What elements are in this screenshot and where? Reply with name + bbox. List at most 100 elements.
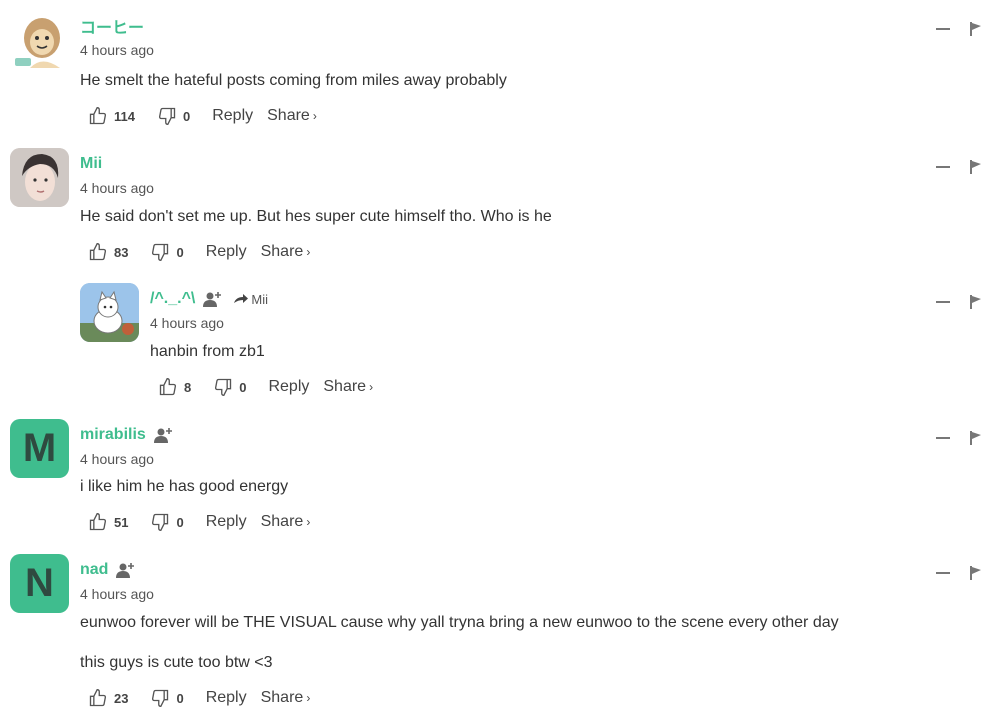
thumbs-up-icon (159, 377, 177, 396)
share-label: Share (260, 513, 304, 530)
author-row: mirabilis (80, 425, 174, 445)
comment-text: He said don't set me up. But hes super c… (80, 208, 552, 225)
dislike-count: 0 (176, 690, 184, 706)
avatar[interactable] (80, 283, 139, 342)
comment-controls (936, 22, 982, 36)
comment-controls (936, 295, 982, 309)
comment-controls (936, 160, 982, 174)
author-row: Mii (80, 154, 102, 174)
dislike-count: 0 (176, 514, 184, 530)
author-name[interactable]: mirabilis (80, 426, 146, 444)
dislike-button[interactable]: 0 (150, 512, 184, 532)
reply-arrow-icon (234, 294, 249, 303)
flag-icon[interactable] (970, 295, 982, 309)
share-button[interactable]: Share › (261, 243, 311, 261)
reply-to-name: Mii (251, 291, 268, 307)
dislike-button[interactable]: 0 (150, 688, 184, 708)
author-name[interactable]: /^._.^\ (150, 290, 195, 308)
comment-actions: 8 0 Reply Share › (158, 377, 373, 397)
dislike-count: 0 (176, 244, 184, 260)
author-row: /^._.^\ Mii (150, 289, 268, 309)
chevron-right-icon: › (306, 245, 311, 259)
comment-text: i like him he has good energy (80, 478, 289, 495)
dislike-count: 0 (239, 379, 247, 395)
author-name[interactable]: Mii (80, 155, 102, 173)
timestamp[interactable]: 4 hours ago (150, 315, 224, 331)
author-row: コーヒー (80, 14, 144, 38)
like-count: 83 (114, 244, 129, 260)
comment-controls (936, 431, 982, 445)
avatar[interactable]: M (10, 419, 69, 478)
share-button[interactable]: Share › (261, 513, 311, 531)
comment-text: eunwoo forever will be THE VISUAL cause … (80, 614, 839, 631)
follow-user-icon[interactable] (116, 561, 136, 579)
minimize-icon[interactable] (936, 301, 950, 303)
share-label: Share (267, 107, 310, 124)
comment-actions: 114 0 Reply Share › (88, 106, 317, 126)
share-label: Share (323, 378, 367, 395)
share-button[interactable]: Share › (261, 689, 311, 707)
like-count: 114 (114, 108, 135, 124)
minimize-icon[interactable] (936, 437, 950, 439)
reply-to[interactable]: Mii (233, 292, 268, 307)
dislike-count: 0 (182, 108, 191, 124)
like-button[interactable]: 8 (158, 377, 191, 397)
like-count: 8 (184, 379, 192, 395)
timestamp[interactable]: 4 hours ago (80, 180, 154, 196)
minimize-icon[interactable] (936, 572, 950, 574)
thumbs-up-icon (89, 512, 107, 531)
share-button[interactable]: Share › (323, 378, 373, 396)
comment-controls (936, 566, 982, 580)
chevron-right-icon: › (312, 109, 317, 123)
chevron-right-icon: › (369, 380, 374, 394)
flag-icon[interactable] (970, 566, 982, 580)
comment-text: hanbin from zb1 (150, 343, 265, 360)
minimize-icon[interactable] (936, 166, 950, 168)
thumbs-up-icon (89, 242, 107, 261)
avatar[interactable]: N (10, 554, 69, 613)
comment-actions: 51 0 Reply Share › (88, 512, 310, 532)
like-button[interactable]: 51 (88, 512, 128, 532)
timestamp[interactable]: 4 hours ago (80, 42, 154, 58)
like-count: 51 (114, 514, 129, 530)
chevron-right-icon: › (306, 691, 311, 705)
avatar[interactable] (10, 148, 69, 207)
author-name[interactable]: nad (80, 561, 108, 579)
dislike-button[interactable]: 0 (157, 106, 190, 126)
timestamp[interactable]: 4 hours ago (80, 586, 154, 602)
comment-actions: 23 0 Reply Share › (88, 688, 310, 708)
share-button[interactable]: Share › (267, 107, 317, 125)
minimize-icon[interactable] (936, 28, 950, 30)
thumbs-down-icon (158, 107, 176, 126)
follow-user-icon[interactable] (153, 426, 174, 444)
share-label: Share (260, 689, 304, 706)
reply-button[interactable]: Reply (206, 513, 247, 531)
flag-icon[interactable] (970, 160, 982, 174)
thumbs-down-icon (152, 513, 169, 532)
like-button[interactable]: 114 (88, 106, 135, 126)
dislike-button[interactable]: 0 (213, 377, 246, 397)
thumbs-down-icon (215, 378, 232, 397)
chevron-right-icon: › (306, 515, 311, 529)
like-button[interactable]: 23 (88, 688, 128, 708)
flag-icon[interactable] (970, 431, 982, 445)
thumbs-up-icon (89, 106, 107, 125)
flag-icon[interactable] (970, 22, 982, 36)
comment-actions: 83 0 Reply Share › (88, 242, 310, 262)
dislike-button[interactable]: 0 (150, 242, 184, 262)
reply-button[interactable]: Reply (206, 689, 247, 707)
like-count: 23 (114, 690, 129, 706)
author-name[interactable]: コーヒー (80, 14, 144, 38)
timestamp[interactable]: 4 hours ago (80, 451, 154, 467)
reply-button[interactable]: Reply (206, 243, 247, 261)
comment-text: this guys is cute too btw <3 (80, 654, 273, 671)
follow-user-icon[interactable] (203, 290, 223, 308)
thumbs-up-icon (89, 688, 107, 707)
avatar-letter: N (25, 561, 54, 605)
share-label: Share (260, 243, 304, 260)
reply-button[interactable]: Reply (268, 378, 309, 396)
like-button[interactable]: 83 (88, 242, 128, 262)
avatar-letter: M (22, 426, 57, 470)
avatar[interactable] (10, 10, 69, 69)
reply-button[interactable]: Reply (212, 107, 253, 125)
